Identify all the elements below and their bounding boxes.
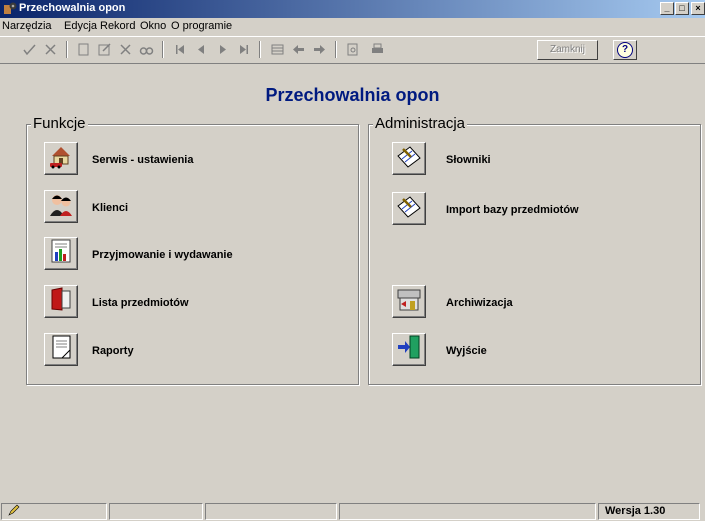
maximize-button[interactable]: □: [675, 2, 689, 15]
first-record-icon[interactable]: [171, 40, 190, 59]
przyjmowanie-button[interactable]: [44, 237, 78, 270]
klienci-button[interactable]: [44, 190, 78, 223]
serwis-ustawienia-button[interactable]: [44, 142, 78, 175]
last-record-icon[interactable]: [234, 40, 253, 59]
title-bar: Przechowalnia opon _ □ ×: [0, 0, 705, 18]
lista-przedmiotow-label: Lista przedmiotów: [92, 297, 189, 309]
previous-record-icon[interactable]: [192, 40, 211, 59]
edit-record-icon[interactable]: [95, 40, 114, 59]
menu-o-programie[interactable]: O programie: [171, 20, 232, 32]
toolbar-separator: [259, 41, 261, 58]
menu-rekord[interactable]: Rekord: [100, 20, 135, 32]
wyjscie-label: Wyjście: [446, 345, 487, 357]
toolbar-separator: [162, 41, 164, 58]
klienci-label: Klienci: [92, 202, 129, 214]
toolbar: Zamknij ?: [0, 36, 705, 64]
status-pencil-icon: [8, 504, 20, 516]
status-panel-3: [205, 503, 337, 520]
version-label: Wersja 1.30: [598, 503, 700, 520]
lista-przedmiotow-button[interactable]: [44, 285, 78, 318]
menu-edycja[interactable]: Edycja: [64, 20, 97, 32]
report-icon: [47, 333, 75, 366]
undo-x-icon[interactable]: [41, 40, 60, 59]
window-title: Przechowalnia opon: [19, 2, 126, 14]
przyjmowanie-label: Przyjmowanie i wydawanie: [92, 249, 233, 261]
menu-narzedzia[interactable]: Narzędzia: [2, 20, 52, 32]
people-icon: [47, 190, 75, 223]
status-bar: Wersja 1.30: [0, 502, 705, 520]
help-button[interactable]: ?: [613, 40, 637, 60]
raporty-label: Raporty: [92, 345, 134, 357]
menu-okno[interactable]: Okno: [140, 20, 166, 32]
minimize-button[interactable]: _: [660, 2, 674, 15]
status-panel-1: [1, 503, 107, 520]
zamknij-button[interactable]: Zamknij: [537, 40, 598, 60]
delete-record-icon[interactable]: [116, 40, 135, 59]
archiwizacja-button[interactable]: [392, 285, 426, 318]
raporty-button[interactable]: [44, 333, 78, 366]
app-icon: [3, 1, 17, 15]
toolbar-separator: [335, 41, 337, 58]
chart-document-icon: [47, 237, 75, 270]
book-icon: [47, 285, 75, 318]
slowniki-button[interactable]: [392, 142, 426, 175]
preview-icon[interactable]: [343, 40, 362, 59]
pen-paper-icon: [395, 142, 423, 175]
funkcje-group-title: Funkcje: [31, 115, 88, 132]
exit-door-icon: [395, 333, 423, 366]
wyjscie-button[interactable]: [392, 333, 426, 366]
toolbar-separator: [66, 41, 68, 58]
page-title: Przechowalnia opon: [265, 85, 440, 105]
serwis-ustawienia-label: Serwis - ustawienia: [92, 154, 194, 166]
menu-bar: Narzędzia Edycja Rekord Okno O programie: [0, 18, 705, 35]
next-record-icon[interactable]: [213, 40, 232, 59]
spellcheck-icon[interactable]: [20, 40, 39, 59]
back-arrow-icon[interactable]: [289, 40, 308, 59]
forward-arrow-icon[interactable]: [310, 40, 329, 59]
pen-paper-icon: [395, 192, 423, 225]
find-binoculars-icon[interactable]: [137, 40, 156, 59]
print-icon[interactable]: [368, 40, 387, 59]
import-bazy-label: Import bazy przedmiotów: [446, 204, 579, 216]
house-car-icon: [47, 142, 75, 175]
archive-icon: [395, 285, 423, 318]
archiwizacja-label: Archiwizacja: [446, 297, 513, 309]
import-bazy-button[interactable]: [392, 192, 426, 225]
administracja-group-title: Administracja: [373, 115, 468, 132]
slowniki-label: Słowniki: [446, 154, 491, 166]
status-panel-4: [339, 503, 596, 520]
table-view-icon[interactable]: [268, 40, 287, 59]
close-window-button[interactable]: ×: [691, 2, 705, 15]
help-icon: ?: [617, 42, 633, 58]
new-record-icon[interactable]: [74, 40, 93, 59]
status-panel-2: [109, 503, 203, 520]
